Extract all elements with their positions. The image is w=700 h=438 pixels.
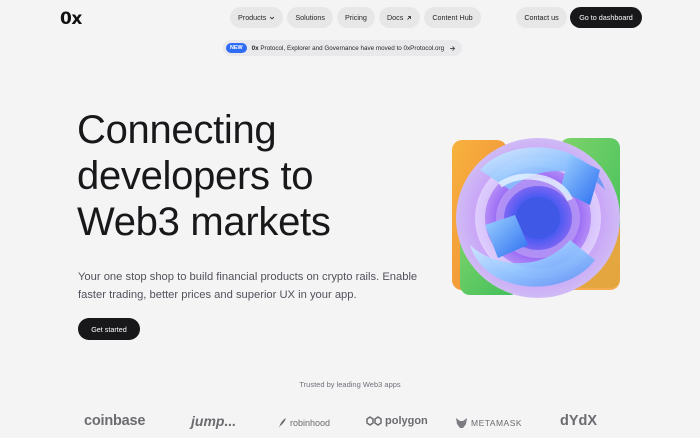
contact-us-button[interactable]: Contact us: [516, 7, 567, 28]
dydx-logo-text: dYdX: [560, 413, 598, 429]
nav-docs-label: Docs: [386, 13, 404, 22]
go-to-dashboard-button[interactable]: Go to dashboard: [570, 7, 642, 28]
nav-products[interactable]: Products: [230, 7, 284, 28]
robinhood-logo-text: robinhood: [290, 418, 331, 428]
new-badge: NEW: [226, 43, 247, 53]
announcement-text: 0x Protocol, Explorer and Governance hav…: [252, 45, 445, 52]
trusted-heading: Trusted by leading Web3 apps: [299, 380, 401, 389]
jump-logo: jump...: [191, 413, 236, 429]
nav-content-hub-label: Content Hub: [432, 13, 473, 22]
main-nav: Products Solutions Pricing Docs Content …: [230, 7, 481, 28]
dydx-logo: dYdX: [560, 413, 597, 429]
announcement-message: Protocol, Explorer and Governance have m…: [260, 44, 445, 52]
nav-solutions-label: Solutions: [295, 13, 325, 22]
jump-logo-text: jump...: [191, 413, 237, 429]
metamask-logo: METAMASK: [455, 417, 522, 429]
coinbase-logo-text: coinbase: [84, 413, 146, 429]
polygon-logo: polygon: [366, 415, 428, 427]
hero-title-line-3: Web3 markets: [77, 200, 331, 244]
metamask-logo-text: METAMASK: [471, 418, 523, 428]
feather-icon: [279, 418, 286, 428]
hero-title-line-2: developers to: [77, 154, 314, 198]
nav-solutions[interactable]: Solutions: [287, 7, 333, 28]
arrow-up-right-icon: [407, 15, 412, 20]
hero-title: Connecting developers to Web3 markets: [77, 107, 417, 245]
chevron-down-icon: [270, 16, 275, 20]
announcement-banner[interactable]: NEW 0x Protocol, Explorer and Governance…: [223, 40, 463, 56]
polygon-icon: [366, 416, 382, 426]
polygon-logo-text: polygon: [385, 415, 428, 427]
hero-subtitle: Your one stop shop to build financial pr…: [78, 271, 418, 301]
hero-3d-illustration: [452, 138, 620, 298]
nav-docs[interactable]: Docs: [378, 7, 421, 28]
coinbase-logo: coinbase: [84, 413, 145, 429]
brand-logo[interactable]: 0x: [60, 9, 82, 29]
nav-products-label: Products: [238, 13, 267, 22]
announcement-brand: 0x: [251, 44, 259, 52]
robinhood-logo: robinhood: [277, 417, 330, 429]
fox-icon: [456, 418, 467, 428]
partner-logos: coinbase jump... robinhood polygon METAM…: [84, 413, 604, 435]
arrow-right-icon: [450, 45, 456, 51]
nav-pricing-label: Pricing: [344, 13, 367, 22]
get-started-button[interactable]: Get started: [78, 318, 140, 340]
hero-title-line-1: Connecting: [77, 108, 277, 152]
nav-pricing[interactable]: Pricing: [336, 7, 375, 28]
nav-content-hub[interactable]: Content Hub: [424, 7, 481, 28]
